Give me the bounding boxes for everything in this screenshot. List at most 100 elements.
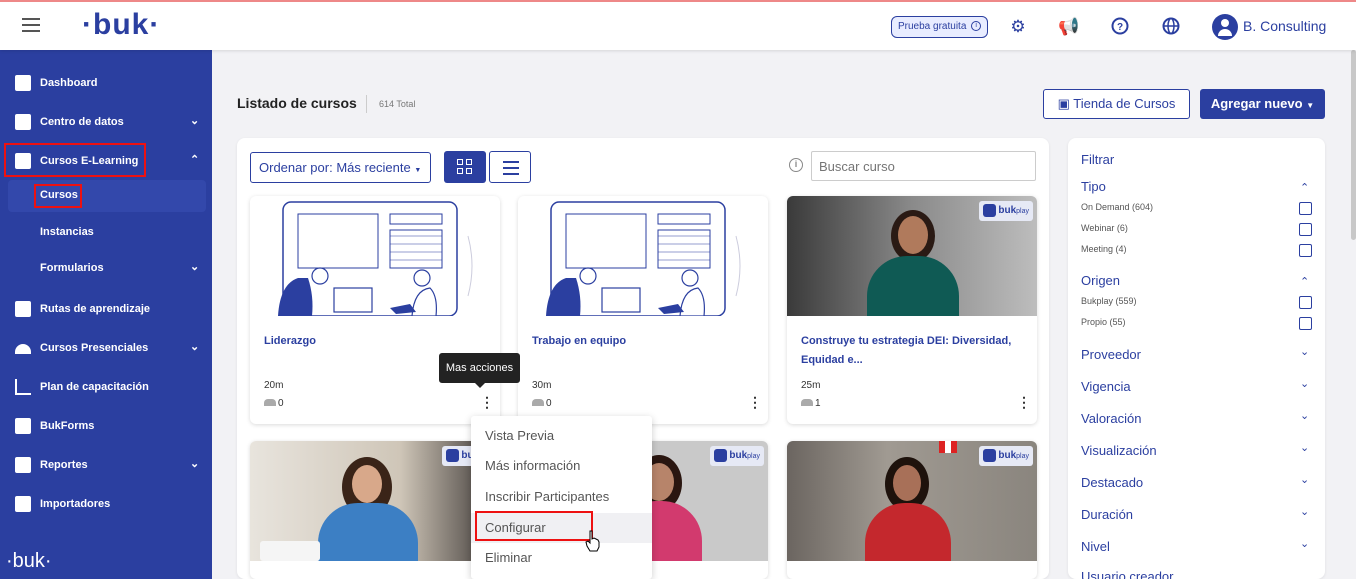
- chevron-down-icon[interactable]: ⌄: [1300, 377, 1309, 390]
- globe-icon[interactable]: [1161, 17, 1181, 37]
- sidebar-item-label: Plan de capacitación: [40, 381, 149, 393]
- gear-icon[interactable]: ⚙: [1008, 17, 1028, 37]
- filter-checkbox-webinar[interactable]: [1299, 223, 1312, 236]
- filter-option: On Demand (604): [1081, 202, 1154, 212]
- book-icon: [15, 301, 31, 317]
- info-icon[interactable]: i: [789, 158, 803, 172]
- sidebar-item-label: Rutas de aprendizaje: [40, 303, 151, 315]
- filter-usuario-creador[interactable]: Usuario creador: [1081, 569, 1174, 579]
- filter-vigencia[interactable]: Vigencia: [1081, 379, 1131, 394]
- sidebar-item-cursos-presenciales[interactable]: Cursos Presenciales ⌄: [0, 333, 212, 363]
- more-actions-icon[interactable]: ⋮: [480, 394, 494, 411]
- participants-count: 1: [801, 398, 821, 409]
- more-actions-icon[interactable]: ⋮: [748, 394, 762, 411]
- course-duration: 20m: [264, 380, 284, 391]
- search-input[interactable]: [811, 151, 1036, 181]
- course-title[interactable]: Construye tu estrategia DEI: Diversidad,…: [801, 332, 1023, 370]
- chevron-down-icon[interactable]: ⌄: [1300, 409, 1309, 422]
- grid-view-button[interactable]: [444, 151, 486, 183]
- filter-checkbox-propio[interactable]: [1299, 317, 1312, 330]
- course-card-trabajo-en-equipo[interactable]: Trabajo en equipo 30m 0 ⋮: [518, 196, 768, 424]
- chevron-down-icon: ⌄: [190, 458, 200, 470]
- course-store-button[interactable]: ▣ Tienda de Cursos: [1043, 89, 1190, 119]
- chevron-down-icon[interactable]: ⌄: [1300, 345, 1309, 358]
- chevron-down-icon: ⌄: [190, 261, 200, 273]
- help-icon[interactable]: ?: [1110, 17, 1130, 37]
- people-icon: [15, 344, 31, 354]
- highlight-box: [34, 184, 82, 208]
- user-name[interactable]: B. Consulting: [1243, 18, 1326, 34]
- more-actions-tooltip: Mas acciones: [439, 353, 520, 388]
- page-title: Listado de cursos: [237, 95, 357, 111]
- filter-checkbox-bukplay[interactable]: [1299, 296, 1312, 309]
- chevron-up-icon[interactable]: ⌃: [1300, 181, 1309, 194]
- course-duration: 30m: [532, 380, 552, 391]
- chevron-down-icon[interactable]: ⌄: [1300, 505, 1309, 518]
- menu-item-eliminar[interactable]: Eliminar: [471, 543, 652, 573]
- badge-label: buk: [998, 205, 1017, 216]
- filter-duracion[interactable]: Duración: [1081, 507, 1133, 522]
- store-icon: ▣: [1057, 96, 1074, 111]
- filter-destacado[interactable]: Destacado: [1081, 475, 1143, 490]
- menu-item-mas-informacion[interactable]: Más información: [471, 451, 652, 481]
- course-card-4[interactable]: bukplay: [250, 441, 500, 579]
- page-scrollbar[interactable]: [1351, 50, 1356, 240]
- sidebar-item-bukforms[interactable]: BukForms: [0, 411, 212, 441]
- bukplay-logo-icon: [983, 203, 997, 217]
- trial-badge[interactable]: Prueba gratuita i: [891, 16, 989, 38]
- menu-item-vista-previa[interactable]: Vista Previa: [471, 421, 652, 451]
- sidebar-item-label: BukForms: [40, 420, 95, 432]
- course-card-estrategia-dei[interactable]: bukplay Construye tu estrategia DEI: Div…: [787, 196, 1037, 424]
- chevron-down-icon[interactable]: ⌄: [1300, 473, 1309, 486]
- avatar[interactable]: [1212, 14, 1238, 40]
- sidebar-item-importadores[interactable]: Importadores: [0, 489, 212, 519]
- sidebar-item-dashboard[interactable]: Dashboard: [0, 68, 212, 98]
- filter-checkbox-on-demand[interactable]: [1299, 202, 1312, 215]
- dashboard-icon: [15, 75, 31, 91]
- filter-origen-header[interactable]: Origen: [1081, 273, 1120, 288]
- formularios-chevron-row: ⌄: [0, 253, 212, 283]
- participants-value: 1: [815, 398, 821, 409]
- hamburger-menu-icon[interactable]: [22, 18, 40, 32]
- person-body: [867, 256, 959, 316]
- filter-valoracion[interactable]: Valoración: [1081, 411, 1141, 426]
- bukplay-logo-icon: [714, 448, 728, 462]
- sidebar-item-centro-de-datos[interactable]: Centro de datos ⌄: [0, 107, 212, 137]
- buk-logo[interactable]: ·buk·: [82, 8, 160, 42]
- flag: [939, 441, 957, 453]
- filter-visualizacion[interactable]: Visualización: [1081, 443, 1157, 458]
- add-new-button[interactable]: Agregar nuevo ▼: [1200, 89, 1325, 119]
- filter-tipo-header[interactable]: Tipo: [1081, 179, 1106, 194]
- filter-option: Webinar (6): [1081, 223, 1128, 233]
- megaphone-icon[interactable]: 📢: [1058, 17, 1079, 37]
- sort-dropdown[interactable]: Ordenar por: Más reciente ▼: [250, 152, 431, 183]
- sidebar-item-rutas[interactable]: Rutas de aprendizaje: [0, 294, 212, 324]
- top-bar: ·buk· Prueba gratuita i ⚙ 📢 ? B. Consult…: [0, 0, 1356, 50]
- list-view-button[interactable]: [489, 151, 531, 183]
- menu-item-inscribir-participantes[interactable]: Inscribir Participantes: [471, 482, 652, 512]
- sidebar-subitem-instancias[interactable]: Instancias: [40, 226, 94, 238]
- more-actions-icon[interactable]: ⋮: [1017, 394, 1031, 411]
- course-card-6[interactable]: bukplay: [787, 441, 1037, 579]
- svg-text:?: ?: [1117, 22, 1123, 33]
- sidebar-item-label: Centro de datos: [40, 116, 124, 128]
- people-icon: [264, 399, 276, 406]
- sidebar-item-reportes[interactable]: Reportes ⌄: [0, 450, 212, 480]
- filter-proveedor[interactable]: Proveedor: [1081, 347, 1141, 362]
- chevron-down-icon[interactable]: ⌄: [1300, 537, 1309, 550]
- sidebar-subitem-formularios[interactable]: Formularios: [40, 262, 104, 274]
- sort-label: Ordenar por: Más reciente: [259, 160, 411, 175]
- filter-nivel[interactable]: Nivel: [1081, 539, 1110, 554]
- chevron-down-icon: ⌄: [190, 341, 200, 353]
- filter-checkbox-meeting[interactable]: [1299, 244, 1312, 257]
- report-icon: [15, 457, 31, 473]
- course-duration: 25m: [801, 380, 821, 391]
- database-icon: [15, 114, 31, 130]
- chevron-down-icon[interactable]: ⌄: [1300, 441, 1309, 454]
- sidebar-item-plan[interactable]: Plan de capacitación: [0, 372, 212, 402]
- course-title[interactable]: Trabajo en equipo: [532, 332, 754, 351]
- chevron-up-icon[interactable]: ⌃: [1300, 275, 1309, 288]
- course-title[interactable]: Liderazgo: [264, 332, 486, 351]
- sidebar-item-label: Dashboard: [40, 77, 98, 89]
- course-card-liderazgo[interactable]: Liderazgo 20m 0 ⋮: [250, 196, 500, 424]
